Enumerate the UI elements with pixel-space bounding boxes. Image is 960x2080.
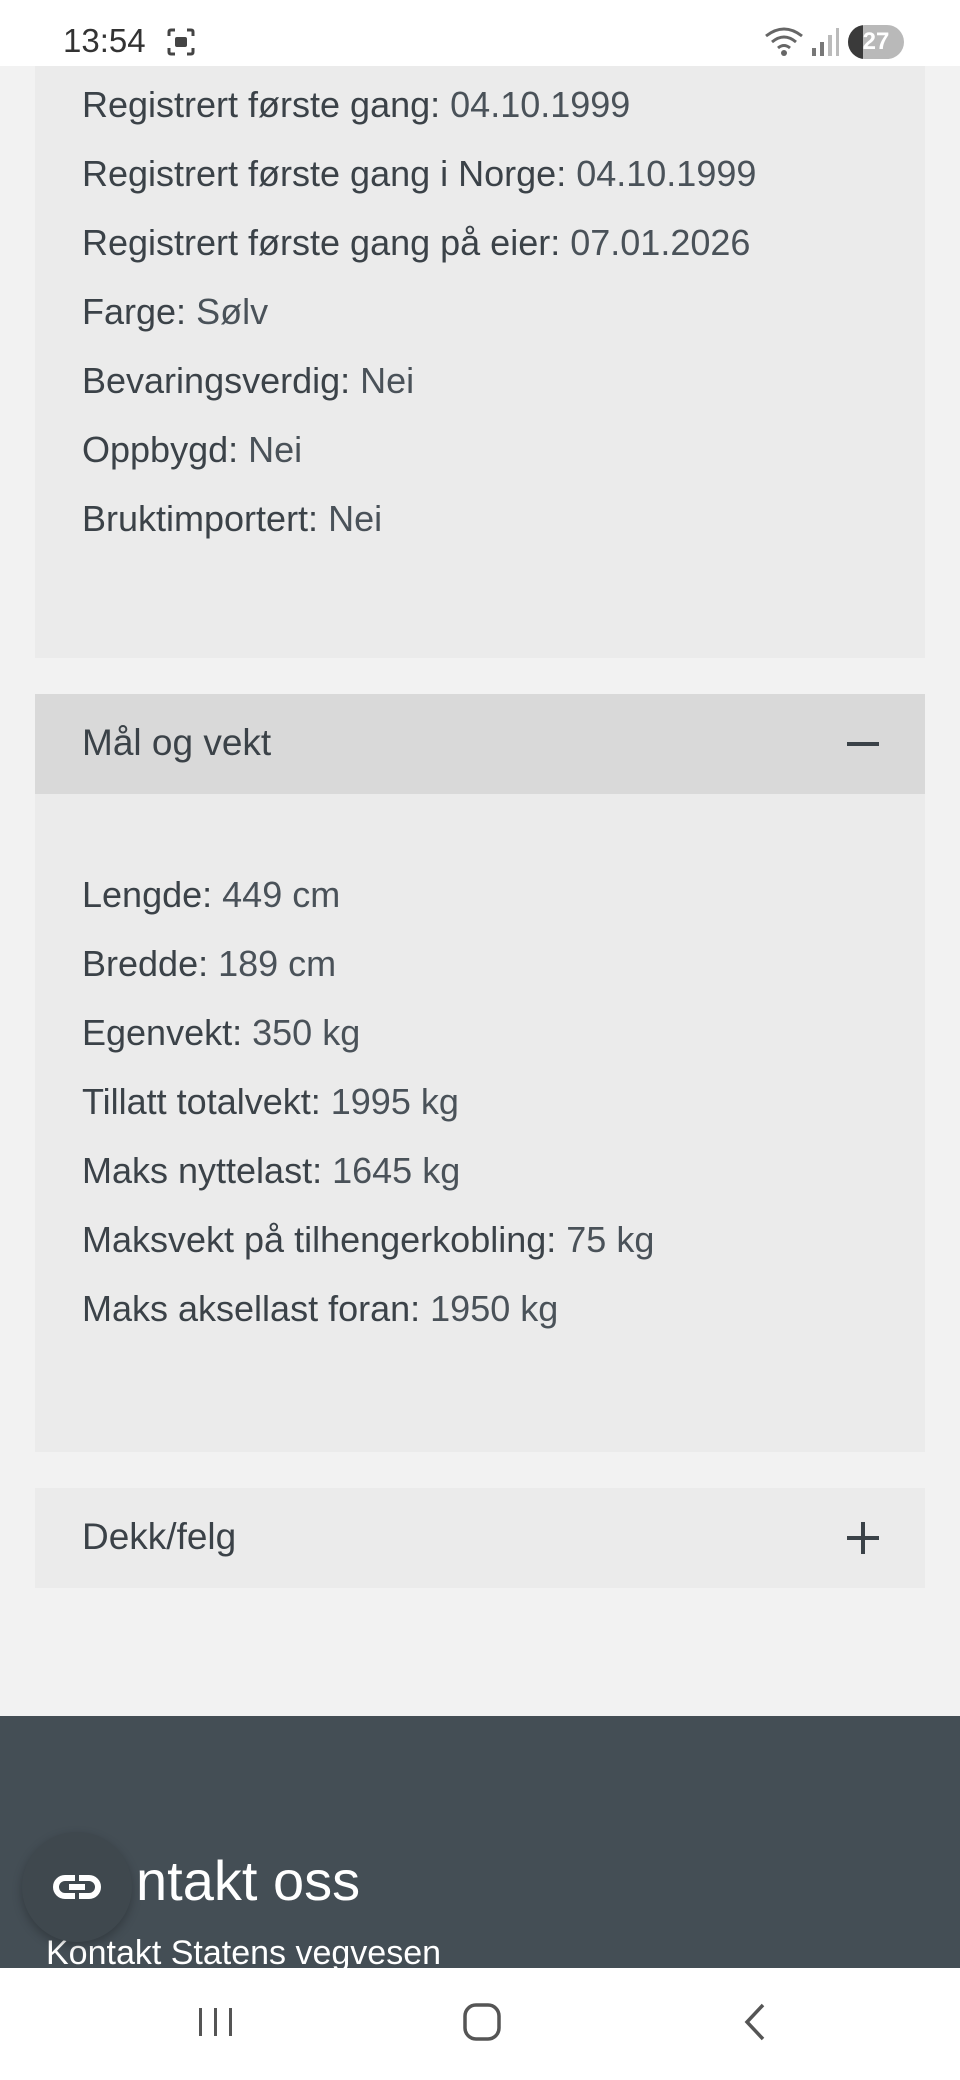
info-label: Registrert første gang på eier: — [82, 222, 561, 263]
info-value: Nei — [248, 429, 303, 470]
accordion-header-tires[interactable]: Dekk/felg — [35, 1488, 925, 1588]
info-label: Registrert første gang: — [82, 84, 441, 125]
back-icon[interactable] — [735, 2002, 775, 2047]
info-row: Egenvekt: 350 kg — [82, 1012, 360, 1054]
screenshot-icon — [166, 27, 196, 62]
plus-icon — [845, 1520, 881, 1556]
info-row: Maksvekt på tilhengerkobling: 75 kg — [82, 1219, 654, 1261]
battery-indicator: 27 — [848, 25, 904, 59]
signal-icon — [810, 26, 840, 63]
minus-icon — [845, 726, 881, 762]
wifi-icon — [764, 26, 804, 63]
status-time: 13:54 — [63, 22, 146, 59]
chat-button[interactable] — [22, 1832, 132, 1942]
footer-heading: ntakt oss — [136, 1849, 361, 1912]
info-value: Sølv — [196, 291, 269, 332]
info-value: Nei — [360, 360, 415, 401]
info-row: Oppbygd: Nei — [82, 429, 302, 471]
info-value: 1950 kg — [430, 1288, 559, 1329]
info-label: Farge: — [82, 291, 187, 332]
home-icon[interactable] — [462, 2002, 502, 2047]
info-label: Registrert første gang i Norge: — [82, 153, 567, 194]
info-value: 449 cm — [222, 874, 341, 915]
info-value: 189 cm — [218, 943, 337, 984]
chat-link-icon — [53, 1875, 101, 1899]
info-label: Tillatt totalvekt: — [82, 1081, 321, 1122]
info-row: Bevaringsverdig: Nei — [82, 360, 414, 402]
info-label: Oppbygd: — [82, 429, 239, 470]
accordion-header-dimensions[interactable]: Mål og vekt — [35, 694, 925, 794]
info-value: Nei — [328, 498, 383, 539]
info-label: Maks aksellast foran: — [82, 1288, 421, 1329]
recent-apps-icon[interactable] — [196, 2002, 236, 2047]
info-row: Maks aksellast foran: 1950 kg — [82, 1288, 558, 1330]
info-label: Maks nyttelast: — [82, 1150, 323, 1191]
battery-level: 27 — [862, 28, 890, 55]
info-row: Registrert første gang i Norge: 04.10.19… — [82, 153, 756, 195]
info-label: Bevaringsverdig: — [82, 360, 351, 401]
accordion-title: Mål og vekt — [82, 722, 272, 763]
info-row: Bredde: 189 cm — [82, 943, 336, 985]
info-label: Bruktimportert: — [82, 498, 319, 539]
info-row: Lengde: 449 cm — [82, 874, 340, 916]
dimensions-panel: Lengde: 449 cm Bredde: 189 cm Egenvekt: … — [35, 794, 925, 1452]
info-row: Registrert første gang: 04.10.1999 — [82, 84, 630, 126]
info-label: Lengde: — [82, 874, 213, 915]
info-row: Registrert første gang på eier: 07.01.20… — [82, 222, 750, 264]
info-label: Bredde: — [82, 943, 209, 984]
info-row: Bruktimportert: Nei — [82, 498, 382, 540]
info-value: 1995 kg — [330, 1081, 459, 1122]
system-nav-bar — [0, 1968, 960, 2080]
info-value: 75 kg — [566, 1219, 655, 1260]
info-value: 07.01.2026 — [570, 222, 751, 263]
status-bar: 13:54 27 — [0, 0, 960, 66]
accordion-title: Dekk/felg — [82, 1516, 237, 1557]
info-label: Egenvekt: — [82, 1012, 243, 1053]
info-value: 04.10.1999 — [576, 153, 757, 194]
info-value: 04.10.1999 — [450, 84, 631, 125]
info-row: Tillatt totalvekt: 1995 kg — [82, 1081, 459, 1123]
info-label: Maksvekt på tilhengerkobling: — [82, 1219, 557, 1260]
info-row: Maks nyttelast: 1645 kg — [82, 1150, 460, 1192]
registration-info-card: Registrert første gang: 04.10.1999 Regis… — [35, 66, 925, 658]
info-value: 1645 kg — [332, 1150, 461, 1191]
info-row: Farge: Sølv — [82, 291, 268, 333]
info-value: 350 kg — [252, 1012, 361, 1053]
